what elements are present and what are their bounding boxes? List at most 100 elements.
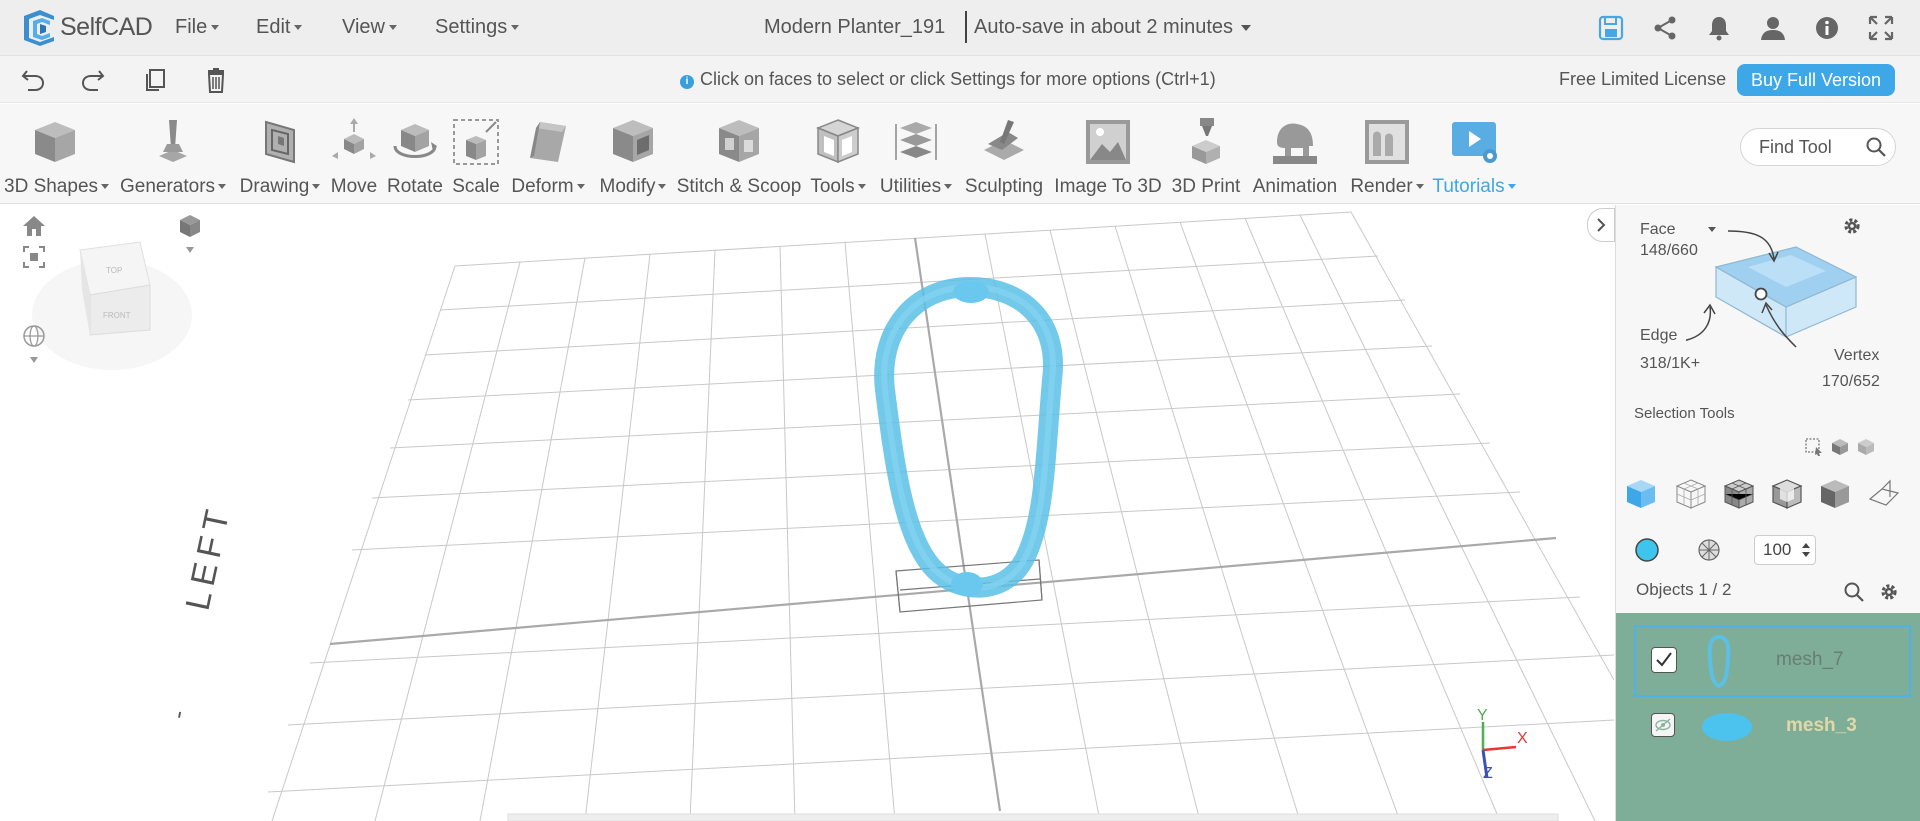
- brush-size-input[interactable]: 100: [1754, 535, 1816, 565]
- chevron-down-icon: [944, 184, 953, 190]
- select-connected-icon[interactable]: [1830, 437, 1850, 457]
- solid-select-icon[interactable]: [1624, 477, 1658, 511]
- chevron-down-icon: [857, 184, 866, 190]
- tool-utilities[interactable]: Utilities: [874, 104, 958, 204]
- gear-icon[interactable]: [1878, 581, 1900, 603]
- view-cube-front-label: FRONT: [103, 311, 131, 320]
- chevron-down-icon: [389, 25, 397, 31]
- visibility-checkbox[interactable]: [1651, 713, 1675, 737]
- color-swatch-icon[interactable]: [1634, 537, 1660, 563]
- info-icon: i: [680, 75, 694, 89]
- tool-label: Modify: [594, 176, 672, 198]
- checkmark-icon: [1656, 652, 1672, 667]
- modify-icon: [613, 120, 653, 162]
- tool-modify[interactable]: Modify: [594, 104, 672, 204]
- scale-icon: [453, 119, 499, 165]
- autosave-text: Auto-save in about 2 minutes: [974, 16, 1234, 38]
- half-select-icon[interactable]: [1818, 477, 1852, 511]
- tool-tools[interactable]: Tools: [806, 104, 870, 204]
- tool-3d-shapes[interactable]: 3D Shapes: [4, 104, 110, 204]
- tool-scale[interactable]: Scale: [448, 104, 504, 204]
- object-row-mesh-3[interactable]: mesh_3: [1634, 701, 1911, 773]
- fullscreen-icon[interactable]: [1868, 15, 1894, 41]
- tool-label: Generators: [118, 176, 228, 198]
- tool-drawing[interactable]: Drawing: [236, 104, 324, 204]
- menu-file[interactable]: File: [175, 0, 220, 56]
- tool-generators[interactable]: Generators: [118, 104, 228, 204]
- selfcad-logo[interactable]: SelfCAD: [20, 7, 153, 47]
- menu-view[interactable]: View: [342, 0, 397, 56]
- texture-sphere-icon[interactable]: [1696, 537, 1722, 563]
- face-label: Face: [1640, 221, 1676, 238]
- tool-deform-label: Deform: [511, 176, 574, 197]
- tool-animation[interactable]: Animation: [1248, 104, 1342, 204]
- tool-move[interactable]: Move: [326, 104, 382, 204]
- autosave-status[interactable]: Auto-save in about 2 minutes: [974, 0, 1252, 54]
- bell-icon[interactable]: [1706, 15, 1732, 41]
- inner-select-icon[interactable]: [1770, 477, 1804, 511]
- chevron-down-icon: [1241, 24, 1252, 31]
- viewport-bottom-bar: [507, 813, 1559, 821]
- info-icon[interactable]: [1814, 15, 1840, 41]
- tool-3d-print[interactable]: 3D Print: [1168, 104, 1244, 204]
- image-to-3d-icon: [1086, 120, 1130, 164]
- stepper-arrows-icon[interactable]: [1801, 541, 1811, 559]
- tool-render[interactable]: Render: [1346, 104, 1428, 204]
- grid-select-icon[interactable]: [1722, 477, 1756, 511]
- object-row-mesh-7[interactable]: mesh_7: [1634, 625, 1911, 697]
- tool-3d-print-label: 3D Print: [1171, 176, 1241, 197]
- tool-rotate[interactable]: Rotate: [382, 104, 448, 204]
- selfcad-logo-icon: [24, 10, 54, 46]
- tool-image-to-3d[interactable]: Image To 3D: [1050, 104, 1166, 204]
- selection-mode-diagram[interactable]: [1686, 217, 1876, 357]
- axis-z-label: Z: [1483, 765, 1493, 782]
- chevron-down-icon: [658, 184, 667, 190]
- select-all-icon[interactable]: [1856, 437, 1876, 457]
- tool-tutorials[interactable]: Tutorials: [1430, 104, 1518, 204]
- tool-tutorials-label: Tutorials: [1432, 176, 1505, 197]
- view-cube[interactable]: TOP FRONT: [32, 241, 192, 370]
- orbit-mode-icon[interactable]: [22, 325, 46, 367]
- search-icon[interactable]: [1865, 136, 1887, 158]
- find-tool-search[interactable]: Find Tool: [1740, 128, 1896, 166]
- plane-select-icon[interactable]: [1866, 477, 1900, 511]
- visibility-checkbox[interactable]: [1651, 647, 1677, 673]
- home-icon[interactable]: [22, 215, 46, 237]
- menu-edit-label: Edit: [256, 16, 291, 38]
- trash-icon[interactable]: [203, 67, 229, 93]
- object-name: mesh_7: [1776, 649, 1844, 670]
- panel-collapse-button[interactable]: [1587, 208, 1615, 242]
- tool-label: Render: [1346, 176, 1428, 198]
- right-panel: Face 148/660 Edge 318/1K+ Vertex 170/652…: [1615, 205, 1920, 821]
- search-icon[interactable]: [1843, 581, 1865, 603]
- tool-deform[interactable]: Deform: [506, 104, 590, 204]
- menu-settings[interactable]: Settings: [435, 0, 520, 56]
- undo-icon[interactable]: [20, 67, 46, 93]
- tool-stitch-scoop[interactable]: Stitch & Scoop: [676, 104, 802, 204]
- redo-icon[interactable]: [80, 67, 106, 93]
- chevron-right-icon: [1597, 218, 1606, 232]
- save-icon[interactable]: [1598, 15, 1624, 41]
- user-icon[interactable]: [1760, 15, 1786, 41]
- copy-icon[interactable]: [142, 67, 168, 93]
- tool-sculpting[interactable]: Sculpting: [962, 104, 1046, 204]
- animation-icon: [1273, 123, 1317, 164]
- menu-edit[interactable]: Edit: [256, 0, 303, 56]
- select-box-icon[interactable]: [1804, 437, 1824, 457]
- wireframe-select-icon[interactable]: [1674, 477, 1708, 511]
- document-title[interactable]: Modern Planter_191: [764, 0, 945, 54]
- tool-label: Tools: [806, 176, 870, 198]
- 3d-viewport[interactable]: Y X Z LEFT - TOP FRONT: [0, 205, 1614, 821]
- tool-label: 3D Shapes: [4, 176, 110, 198]
- tool-scale-label: Scale: [452, 176, 500, 197]
- logo-text: SelfCAD: [60, 12, 153, 41]
- perspective-toggle-icon[interactable]: [178, 213, 202, 257]
- hint-bar: i Click on faces to select or click Setti…: [0, 56, 1920, 103]
- share-icon[interactable]: [1652, 15, 1678, 41]
- scene-canvas[interactable]: Y X Z LEFT - TOP FRONT: [0, 205, 1614, 821]
- chevron-down-icon: [211, 25, 220, 31]
- buy-full-version-button[interactable]: Buy Full Version: [1737, 64, 1895, 96]
- chevron-down-icon: [576, 184, 585, 190]
- tutorials-icon: [1452, 122, 1497, 163]
- zoom-fit-icon[interactable]: [22, 245, 46, 269]
